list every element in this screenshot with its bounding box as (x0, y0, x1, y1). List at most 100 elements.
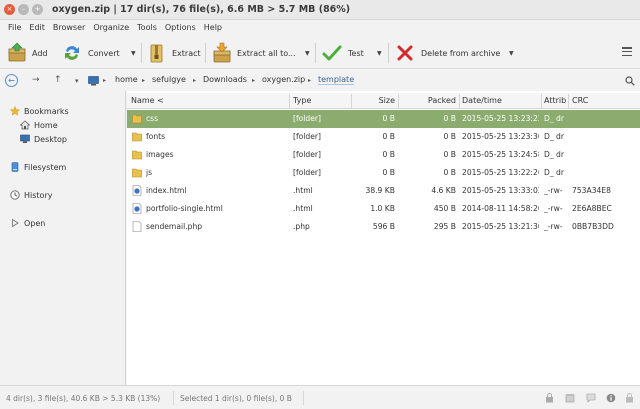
file-name: sendemail.php (146, 222, 203, 231)
back-button[interactable]: ← (5, 74, 18, 87)
file-datetime: 2015-05-25 13:24:58 (462, 150, 539, 159)
column-attrib[interactable]: Attrib (544, 96, 566, 105)
column-datetime[interactable]: Date/time (462, 96, 502, 105)
chevron-down-icon: ▼ (131, 49, 136, 57)
extract-all-dropdown[interactable]: ▼ (302, 41, 310, 65)
hamburger-menu-icon[interactable] (622, 47, 632, 56)
window-controls: × – + (4, 4, 43, 15)
crumb-separator: ▸ (103, 77, 107, 84)
forward-button[interactable]: → (32, 75, 40, 85)
file-name: fonts (146, 132, 166, 141)
delete-x-icon (397, 45, 413, 61)
toolbar-separator (141, 43, 142, 63)
breadcrumb-oxygen-zip[interactable]: oxygen.zip (262, 75, 305, 84)
drive-icon (10, 162, 20, 172)
add-button[interactable]: Add (6, 41, 48, 65)
computer-icon[interactable] (88, 76, 99, 86)
table-row[interactable]: index.html .html 38.9 KB 4.6 KB 2015-05-25 1… (127, 182, 640, 200)
menu-browser[interactable]: Browser (49, 20, 89, 36)
sidebar-item-history[interactable]: History (10, 190, 52, 200)
file-size: 0 B (382, 168, 395, 177)
file-crc: 2E6A8BEC (572, 204, 612, 213)
file-name: images (146, 150, 174, 159)
chevron-down-icon: ▼ (377, 49, 382, 57)
table-row[interactable]: portfolio-single.html .html 1.0 KB 450 B 201… (127, 200, 640, 218)
html-file-icon (132, 185, 142, 196)
home-icon (20, 120, 30, 130)
menu-tools[interactable]: Tools (133, 20, 161, 36)
info-icon[interactable] (606, 393, 616, 403)
sidebar-item-bookmarks[interactable]: Bookmarks (10, 106, 69, 116)
search-icon[interactable] (625, 76, 635, 86)
checkmark-icon (322, 45, 342, 61)
maximize-window-button[interactable]: + (32, 4, 43, 15)
breadcrumb-downloads[interactable]: Downloads (203, 75, 247, 84)
file-type: .php (293, 222, 310, 231)
file-attrib: D_ dr (544, 132, 565, 141)
php-file-icon (132, 221, 142, 232)
column-type[interactable]: Type (293, 96, 311, 105)
column-name[interactable]: Name < (131, 96, 164, 105)
sidebar-item-desktop[interactable]: Desktop (20, 134, 67, 144)
file-type: [folder] (293, 132, 321, 141)
convert-dropdown[interactable]: ▼ (128, 41, 136, 65)
crumb-separator: ▸ (252, 77, 256, 84)
file-crc: 753A34E8 (572, 186, 611, 195)
table-row[interactable]: js [folder] 0 B 0 B 2015-05-25 13:22:26 D_ dr (127, 164, 640, 182)
extract-all-label: Extract all to... (237, 48, 296, 58)
extract-label: Extract (172, 48, 201, 58)
table-row[interactable]: css [folder] 0 B 0 B 2015-05-25 13:23:22 D_ d… (127, 110, 640, 128)
menu-file[interactable]: File (4, 20, 25, 36)
extract-button[interactable]: Extract (148, 41, 201, 65)
column-crc[interactable]: CRC (572, 96, 588, 105)
file-attrib: D_ dr (544, 150, 565, 159)
menu-options[interactable]: Options (161, 20, 200, 36)
file-size: 38.9 KB (365, 186, 395, 195)
breadcrumb-sefulgye[interactable]: sefulgye (152, 75, 186, 84)
test-dropdown[interactable]: ▼ (374, 41, 382, 65)
crumb-separator: ▸ (142, 77, 146, 84)
column-size[interactable]: Size (353, 96, 395, 105)
menu-edit[interactable]: Edit (25, 20, 49, 36)
delete-dropdown[interactable]: ▼ (506, 41, 514, 65)
extract-icon (150, 44, 163, 63)
table-row[interactable]: images [folder] 0 B 0 B 2015-05-25 13:24:58 D… (127, 146, 640, 164)
archive-icon[interactable] (565, 393, 575, 403)
menu-help[interactable]: Help (200, 20, 226, 36)
sidebar-item-filesystem[interactable]: Filesystem (10, 162, 66, 172)
lock-icon[interactable] (545, 393, 554, 403)
test-button[interactable]: Test (322, 41, 364, 65)
extract-all-button[interactable]: Extract all to... (211, 41, 296, 65)
table-row[interactable]: fonts [folder] 0 B 0 B 2015-05-25 13:23:30 D_… (127, 128, 640, 146)
table-row[interactable]: sendemail.php .php 596 B 295 B 2015-05-25 13… (127, 218, 640, 236)
desktop-icon (20, 134, 30, 144)
up-button[interactable]: ↑ (54, 75, 62, 85)
menu-organize[interactable]: Organize (89, 20, 133, 36)
file-type: .html (293, 204, 313, 213)
delete-button[interactable]: Delete from archive (396, 41, 500, 65)
file-size: 0 B (382, 114, 395, 123)
play-icon (10, 218, 20, 228)
sidebar-item-home[interactable]: Home (20, 120, 58, 130)
breadcrumb-template[interactable]: template (318, 75, 355, 85)
file-datetime: 2015-05-25 13:33:02 (462, 186, 539, 195)
test-label: Test (348, 48, 364, 58)
column-packed[interactable]: Packed (400, 96, 456, 105)
minimize-window-button[interactable]: – (18, 4, 29, 15)
convert-button[interactable]: Convert (62, 41, 120, 65)
lock-icon[interactable] (625, 393, 635, 403)
add-label: Add (32, 48, 48, 58)
close-window-button[interactable]: × (4, 4, 15, 15)
comment-icon[interactable] (586, 393, 596, 403)
file-packed: 0 B (443, 132, 456, 141)
history-dropdown[interactable]: ▾ (75, 77, 79, 85)
file-packed: 0 B (443, 114, 456, 123)
folder-icon (132, 149, 142, 160)
file-type: [folder] (293, 150, 321, 159)
sidebar-item-open[interactable]: Open (10, 218, 45, 228)
toolbar-separator (388, 43, 389, 63)
file-attrib: _-rw- (544, 222, 563, 231)
file-packed: 295 B (433, 222, 456, 231)
breadcrumb-home[interactable]: home (115, 75, 138, 84)
toolbar-separator (205, 43, 206, 63)
